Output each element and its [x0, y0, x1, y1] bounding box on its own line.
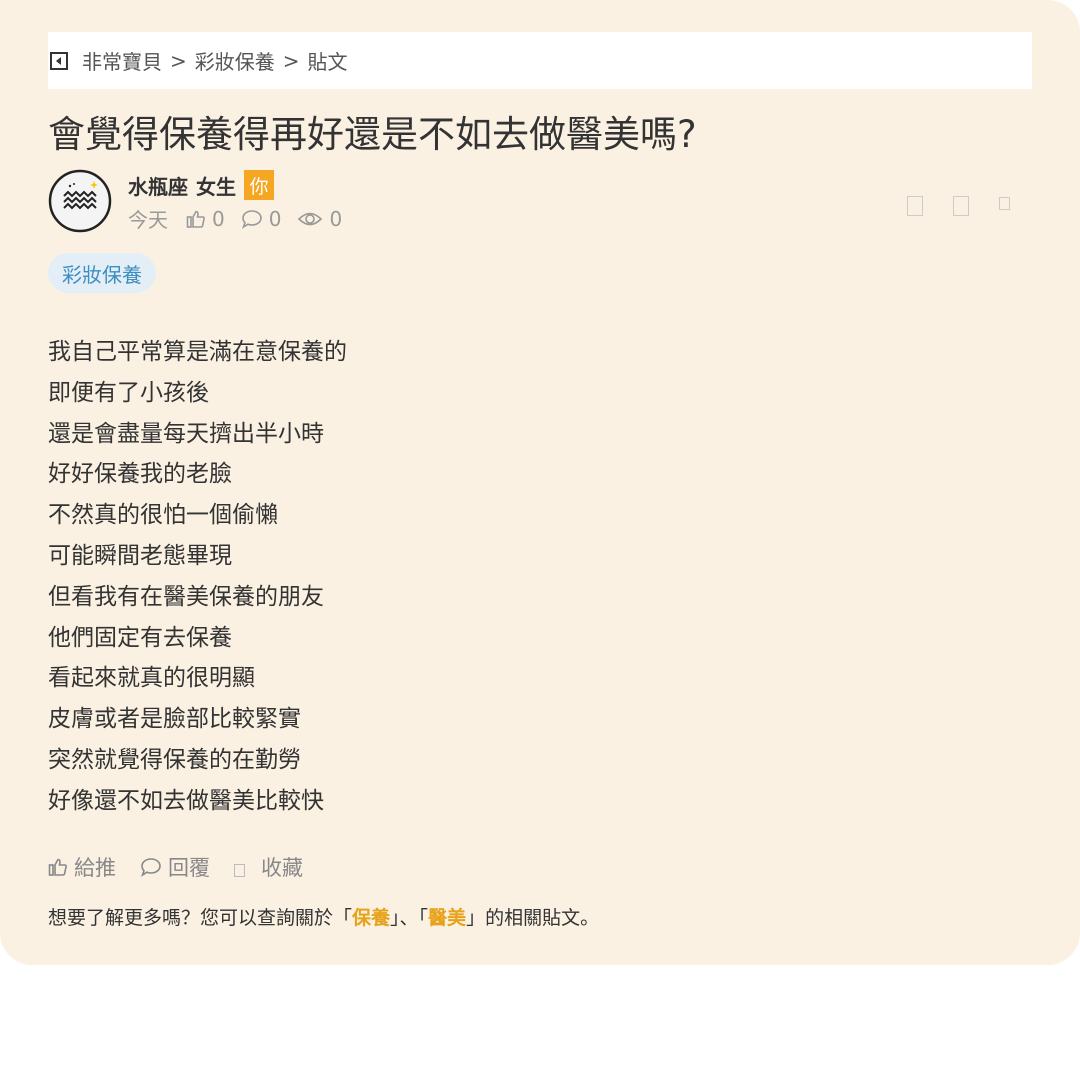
aquarius-icon — [48, 169, 112, 233]
bookmark-icon[interactable] — [953, 196, 969, 216]
category-tag[interactable]: 彩妝保養 — [48, 253, 156, 293]
author-name[interactable]: 水瓶座 — [128, 171, 188, 200]
body-line: 不然真的很怕一個偷懶 — [48, 502, 278, 529]
speech-bubble-icon — [241, 209, 262, 229]
like-count-value: 0 — [212, 206, 225, 231]
related-suffix: 」的相關貼文。 — [466, 907, 600, 929]
like-button-label: 給推 — [74, 856, 116, 880]
post-actions: 給推 回覆 收藏 — [48, 852, 327, 882]
body-line: 突然就覺得保養的在勤勞 — [48, 746, 301, 773]
body-line: 還是會盡量每天擠出半小時 — [48, 420, 324, 447]
author-gender: 女生 — [196, 174, 236, 199]
related-prefix: 想要了解更多嗎？您可以查詢關於「 — [48, 907, 353, 929]
breadcrumb-separator: > — [282, 48, 300, 73]
body-line: 可能瞬間老態畢現 — [48, 542, 232, 569]
post-card: 非常寶貝 > 彩妝保養 > 貼文 會覺得保養得再好還是不如去做醫美嗎? 水瓶座 … — [0, 0, 1080, 965]
like-count: 0 — [186, 207, 225, 231]
view-count-value: 0 — [329, 206, 343, 231]
bookmark-icon — [234, 863, 245, 877]
breadcrumb-separator: > — [170, 48, 187, 73]
post-title: 會覺得保養得再好還是不如去做醫美嗎? — [48, 113, 697, 156]
speech-bubble-icon — [140, 858, 161, 877]
comment-count-value: 0 — [268, 206, 282, 231]
breadcrumb-item-forum[interactable]: 非常寶貝 — [82, 46, 162, 75]
body-line: 皮膚或者是臉部比較緊實 — [48, 706, 301, 733]
more-icon[interactable] — [999, 196, 1010, 210]
post-toolbar — [877, 196, 1010, 216]
breadcrumb: 非常寶貝 > 彩妝保養 > 貼文 — [48, 32, 1032, 89]
author-avatar[interactable] — [48, 169, 112, 233]
keyword-link-aesthetic[interactable]: 醫美 — [428, 907, 466, 929]
body-line: 我自己平常算是滿在意保養的 — [48, 339, 347, 365]
body-line: 好好保養我的老臉 — [48, 461, 232, 488]
body-line: 但看我有在醫美保養的朋友 — [48, 583, 324, 610]
body-line: 即便有了小孩後 — [48, 379, 209, 406]
like-button[interactable]: 給推 — [48, 852, 116, 882]
reply-button-label: 回覆 — [168, 856, 210, 880]
body-line: 他們固定有去保養 — [48, 624, 232, 651]
body-line: 看起來就真的很明顯 — [48, 665, 255, 692]
save-button[interactable]: 收藏 — [234, 852, 303, 882]
back-icon[interactable] — [50, 51, 68, 70]
keyword-link-skincare[interactable]: 保養 — [352, 907, 390, 929]
thumbs-up-icon — [186, 210, 205, 228]
reply-button[interactable]: 回覆 — [140, 852, 210, 882]
post-meta: 今天 0 0 0 — [128, 204, 358, 233]
you-badge: 你 — [244, 170, 274, 200]
related-middle: 」、「 — [390, 907, 429, 929]
related-search: 想要了解更多嗎？您可以查詢關於「保養」、「醫美」的相關貼文。 — [48, 903, 599, 930]
post-date: 今天 — [128, 208, 168, 232]
breadcrumb-item-category[interactable]: 彩妝保養 — [195, 46, 275, 75]
comment-count: 0 — [241, 206, 282, 231]
save-button-label: 收藏 — [261, 856, 303, 880]
share-icon[interactable] — [907, 196, 923, 216]
view-count: 0 — [297, 207, 342, 231]
body-line: 好像還不如去做醫美比較快 — [48, 787, 324, 814]
author-line: 水瓶座 女生 你 — [128, 170, 274, 200]
eye-icon — [298, 212, 323, 225]
breadcrumb-item-current: 貼文 — [307, 50, 348, 74]
thumbs-up-icon — [48, 858, 67, 876]
post-body: 我自己平常算是滿在意保養的 即便有了小孩後還是會盡量每天擠出半小時 好好保養我的老臉… — [48, 332, 347, 822]
